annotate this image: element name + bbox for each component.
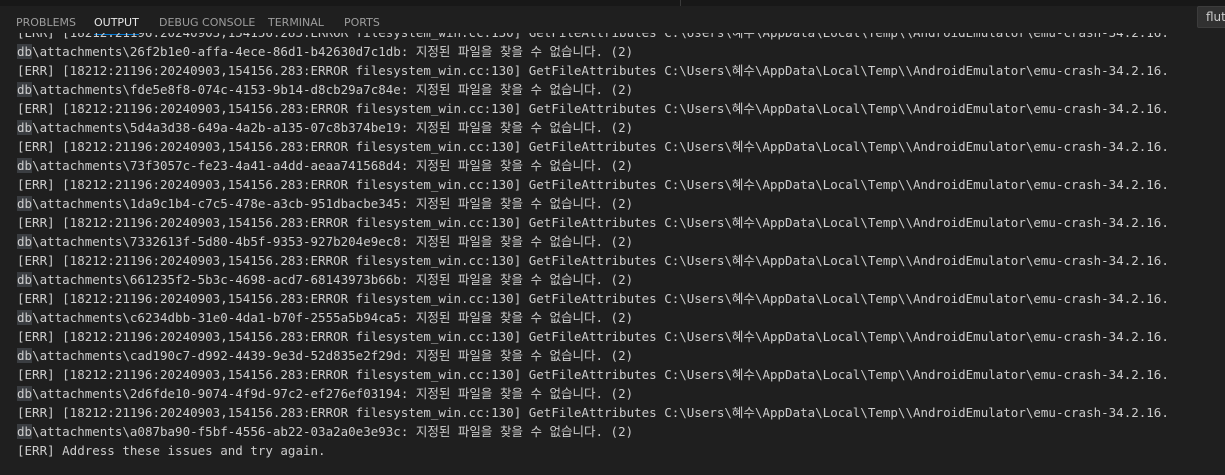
- error-message: [ERR] [18212:21196:20240903,154156.283:E…: [17, 215, 1169, 230]
- error-message: [ERR] [18212:21196:20240903,154156.283:E…: [17, 177, 1169, 192]
- attachment-path: \attachments\: [32, 348, 130, 363]
- attachment-path: \attachments\: [32, 310, 130, 325]
- attachment-path: \attachments\: [32, 120, 130, 135]
- final-error-line: [ERR] Address these issues and try again…: [17, 443, 326, 458]
- attachment-id: a087ba90-f5bf-4556-ab22-03a2a0e3e93c: [129, 424, 401, 439]
- log-line: db\attachments\73f3057c-fe23-4a41-a4dd-a…: [17, 156, 1225, 175]
- path-highlight: db: [17, 386, 33, 401]
- error-detail: : 지정된 파일을 찾을 수 없습니다. (2): [400, 158, 634, 173]
- error-detail: : 지정된 파일을 찾을 수 없습니다. (2): [400, 44, 634, 59]
- log-line: [ERR] [18212:21196:20240903,154156.283:E…: [17, 327, 1225, 346]
- log-line: db\attachments\26f2b1e0-affa-4ece-86d1-b…: [17, 42, 1225, 61]
- attachment-path: \attachments\: [32, 424, 130, 439]
- path-highlight: db: [17, 120, 33, 135]
- path-highlight: db: [17, 82, 33, 97]
- log-line: [ERR] [18212:21196:20240903,154156.283:E…: [17, 213, 1225, 232]
- error-detail: : 지정된 파일을 찾을 수 없습니다. (2): [400, 196, 634, 211]
- log-line: [ERR] [18212:21196:20240903,154156.283:E…: [17, 175, 1225, 194]
- path-highlight: db: [17, 234, 33, 249]
- error-message: [ERR] [18212:21196:20240903,154156.283:E…: [17, 405, 1169, 420]
- log-line: db\attachments\c6234dbb-31e0-4da1-b70f-2…: [17, 308, 1225, 327]
- path-highlight: db: [17, 44, 33, 59]
- log-line: db\attachments\5d4a3d38-649a-4a2b-a135-0…: [17, 118, 1225, 137]
- attachment-id: 5d4a3d38-649a-4a2b-a135-07c8b374be19: [129, 120, 401, 135]
- output-panel: PROBLEMS OUTPUT DEBUG CONSOLE TERMINAL P…: [0, 0, 1225, 475]
- attachment-id: 7332613f-5d80-4b5f-9353-927b204e9ec8: [129, 234, 401, 249]
- attachment-id: 1da9c1b4-c7c5-478e-a3cb-951dbacbe345: [129, 196, 401, 211]
- attachment-id: 73f3057c-fe23-4a41-a4dd-aeaa741568d4: [129, 158, 401, 173]
- attachment-id: 2d6fde10-9074-4f9d-97c2-ef276ef03194: [129, 386, 401, 401]
- output-channel-select[interactable]: flutt: [1197, 6, 1225, 28]
- error-detail: : 지정된 파일을 찾을 수 없습니다. (2): [400, 120, 634, 135]
- attachment-id: cad190c7-d992-4439-9e3d-52d835e2f29d: [129, 348, 401, 363]
- path-highlight: db: [17, 196, 33, 211]
- error-detail: : 지정된 파일을 찾을 수 없습니다. (2): [400, 310, 634, 325]
- attachment-path: \attachments\: [32, 44, 130, 59]
- error-detail: : 지정된 파일을 찾을 수 없습니다. (2): [400, 234, 634, 249]
- attachment-path: \attachments\: [32, 82, 130, 97]
- error-message: [ERR] [18212:21196:20240903,154156.283:E…: [17, 139, 1169, 154]
- attachment-path: \attachments\: [32, 234, 130, 249]
- error-message: [ERR] [18212:21196:20240903,154156.283:E…: [17, 329, 1169, 344]
- attachment-id: 661235f2-5b3c-4698-acd7-68143973b66b: [129, 272, 401, 287]
- attachment-id: c6234dbb-31e0-4da1-b70f-2555a5b94ca5: [129, 310, 401, 325]
- log-line: db\attachments\fde5e8f8-074c-4153-9b14-d…: [17, 80, 1225, 99]
- log-line: [ERR] [18212:21196:20240903,154156.283:E…: [17, 251, 1225, 270]
- path-highlight: db: [17, 158, 33, 173]
- log-line: [ERR] Address these issues and try again…: [17, 441, 1225, 460]
- log-line: db\attachments\cad190c7-d992-4439-9e3d-5…: [17, 346, 1225, 365]
- error-message: [ERR] [18212:21196:20240903,154156.283:E…: [17, 253, 1169, 268]
- log-line: db\attachments\2d6fde10-9074-4f9d-97c2-e…: [17, 384, 1225, 403]
- log-line: [ERR] [18212:21196:20240903,154156.283:E…: [17, 99, 1225, 118]
- error-message: [ERR] [18212:21196:20240903,154156.283:E…: [17, 291, 1169, 306]
- error-detail: : 지정된 파일을 찾을 수 없습니다. (2): [400, 424, 634, 439]
- error-message: [ERR] [18212:21196:20240903,154156.283:E…: [17, 367, 1169, 382]
- attachment-path: \attachments\: [32, 196, 130, 211]
- error-detail: : 지정된 파일을 찾을 수 없습니다. (2): [400, 386, 634, 401]
- attachment-id: 26f2b1e0-affa-4ece-86d1-b42630d7c1db: [129, 44, 401, 59]
- error-detail: : 지정된 파일을 찾을 수 없습니다. (2): [400, 272, 634, 287]
- log-line: [ERR] [18212:21196:20240903,154156.283:E…: [17, 137, 1225, 156]
- path-highlight: db: [17, 310, 33, 325]
- attachment-path: \attachments\: [32, 158, 130, 173]
- error-message: [ERR] [18212:21196:20240903,154156.283:E…: [17, 63, 1169, 78]
- attachment-id: fde5e8f8-074c-4153-9b14-d8cb29a7c84e: [129, 82, 401, 97]
- log-line: [ERR] [18212:21196:20240903,154156.283:E…: [17, 403, 1225, 422]
- log-line: db\attachments\661235f2-5b3c-4698-acd7-6…: [17, 270, 1225, 289]
- log-line: [ERR] [18212:21196:20240903,154156.283:E…: [17, 289, 1225, 308]
- log-line: db\attachments\1da9c1b4-c7c5-478e-a3cb-9…: [17, 194, 1225, 213]
- error-message: [ERR] [18212:21196:20240903,154156.283:E…: [17, 33, 1169, 40]
- attachment-path: \attachments\: [32, 386, 130, 401]
- log-line: [ERR] [18212:21196:20240903,154156.283:E…: [17, 365, 1225, 384]
- log-line: [ERR] [18212:21196:20240903,154156.283:E…: [17, 61, 1225, 80]
- error-detail: : 지정된 파일을 찾을 수 없습니다. (2): [400, 82, 634, 97]
- log-line: [ERR] [18212:21196:20240903,154156.283:E…: [17, 33, 1225, 42]
- path-highlight: db: [17, 424, 33, 439]
- log-line: db\attachments\7332613f-5d80-4b5f-9353-9…: [17, 232, 1225, 251]
- output-log[interactable]: [ERR] [18212:21196:20240903,154156.283:E…: [17, 33, 1225, 475]
- path-highlight: db: [17, 348, 33, 363]
- error-detail: : 지정된 파일을 찾을 수 없습니다. (2): [400, 348, 634, 363]
- log-line: db\attachments\a087ba90-f5bf-4556-ab22-0…: [17, 422, 1225, 441]
- error-message: [ERR] [18212:21196:20240903,154156.283:E…: [17, 101, 1169, 116]
- attachment-path: \attachments\: [32, 272, 130, 287]
- path-highlight: db: [17, 272, 33, 287]
